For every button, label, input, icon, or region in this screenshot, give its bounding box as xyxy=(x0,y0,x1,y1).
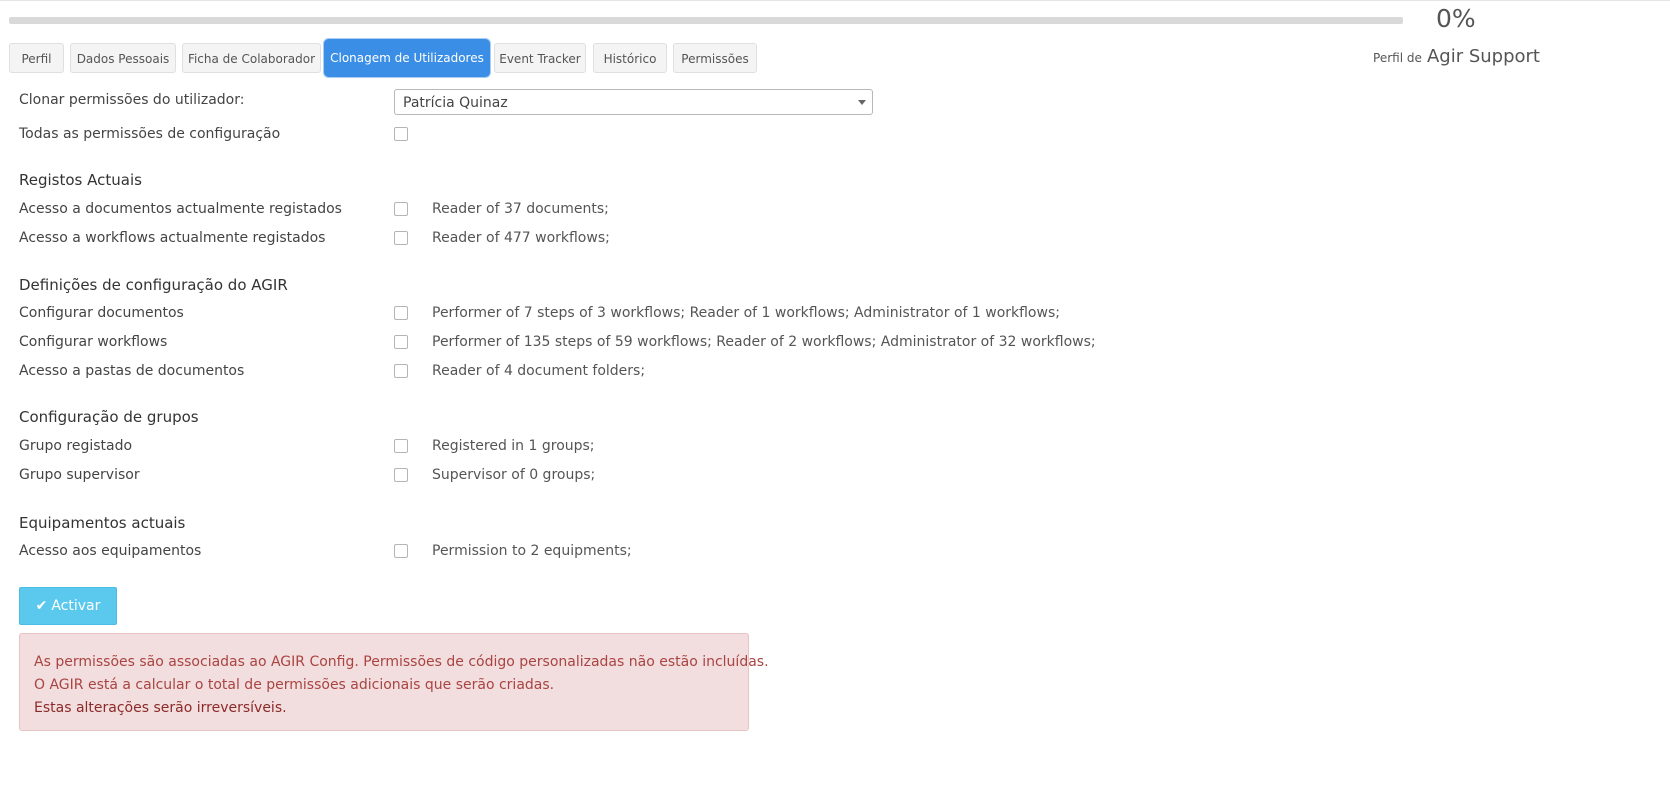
progress-percent: 0% xyxy=(1436,4,1476,33)
progress-bar xyxy=(9,17,1403,24)
document-folders-desc: Reader of 4 document folders; xyxy=(432,363,646,379)
tab-historico[interactable]: Histórico xyxy=(593,43,667,73)
section-equipment: Equipamentos actuais xyxy=(19,514,186,532)
warning-alert: As permissões são associadas ao AGIR Con… xyxy=(19,633,769,731)
activate-button[interactable]: ✔ Activar xyxy=(19,587,117,625)
config-documents-desc: Performer of 7 steps of 3 workflows; Rea… xyxy=(432,305,1060,321)
section-agir-config: Definições de configuração do AGIR xyxy=(19,276,288,294)
tab-clonagem-utilizadores[interactable]: Clonagem de Utilizadores xyxy=(327,42,487,74)
all-config-permissions-checkbox[interactable] xyxy=(394,127,408,141)
equipment-access-label: Acesso aos equipamentos xyxy=(19,543,202,559)
tab-perfil[interactable]: Perfil xyxy=(9,43,64,73)
top-divider xyxy=(0,0,1670,1)
config-workflows-desc: Performer of 135 steps of 59 workflows; … xyxy=(432,334,1096,350)
clone-user-value: Patrícia Quinaz xyxy=(403,95,508,111)
registered-group-label: Grupo registado xyxy=(19,438,133,454)
config-documents-label: Configurar documentos xyxy=(19,305,184,321)
documents-access-checkbox[interactable] xyxy=(394,202,408,216)
config-documents-checkbox[interactable] xyxy=(394,306,408,320)
documents-access-desc: Reader of 37 documents; xyxy=(432,201,609,217)
activate-label: Activar xyxy=(51,598,101,614)
section-groups: Configuração de grupos xyxy=(19,408,199,426)
profile-owner: Perfil de Agir Support xyxy=(1373,46,1540,67)
workflows-access-label: Acesso a workflows actualmente registado… xyxy=(19,230,326,246)
workflows-access-checkbox[interactable] xyxy=(394,231,408,245)
section-current-records: Registos Actuais xyxy=(19,171,142,189)
tab-ficha-colaborador[interactable]: Ficha de Colaborador xyxy=(182,43,321,73)
document-folders-checkbox[interactable] xyxy=(394,364,408,378)
alert-line-2: O AGIR está a calcular o total de permis… xyxy=(34,677,555,693)
tab-permissoes[interactable]: Permissões xyxy=(673,43,757,73)
alert-line-1: As permissões são associadas ao AGIR Con… xyxy=(34,654,769,670)
registered-group-desc: Registered in 1 groups; xyxy=(432,438,595,454)
supervisor-group-desc: Supervisor of 0 groups; xyxy=(432,467,596,483)
tab-event-tracker[interactable]: Event Tracker xyxy=(494,43,586,73)
workflows-access-desc: Reader of 477 workflows; xyxy=(432,230,610,246)
supervisor-group-checkbox[interactable] xyxy=(394,468,408,482)
all-config-permissions-label: Todas as permissões de configuração xyxy=(19,126,281,142)
check-icon: ✔ xyxy=(35,598,48,614)
clone-user-label: Clonar permissões do utilizador: xyxy=(19,92,245,108)
profile-name: Agir Support xyxy=(1426,46,1540,67)
alert-line-3: Estas alterações serão irreversíveis. xyxy=(34,700,287,716)
config-workflows-checkbox[interactable] xyxy=(394,335,408,349)
registered-group-checkbox[interactable] xyxy=(394,439,408,453)
clone-user-select[interactable]: Patrícia Quinaz xyxy=(394,89,873,115)
supervisor-group-label: Grupo supervisor xyxy=(19,467,140,483)
tab-dados-pessoais[interactable]: Dados Pessoais xyxy=(70,43,176,73)
documents-access-label: Acesso a documentos actualmente registad… xyxy=(19,201,342,217)
chevron-down-icon xyxy=(858,100,866,105)
equipment-access-checkbox[interactable] xyxy=(394,544,408,558)
profile-prefix: Perfil de xyxy=(1373,51,1422,65)
document-folders-label: Acesso a pastas de documentos xyxy=(19,363,245,379)
equipment-access-desc: Permission to 2 equipments; xyxy=(432,543,632,559)
config-workflows-label: Configurar workflows xyxy=(19,334,168,350)
